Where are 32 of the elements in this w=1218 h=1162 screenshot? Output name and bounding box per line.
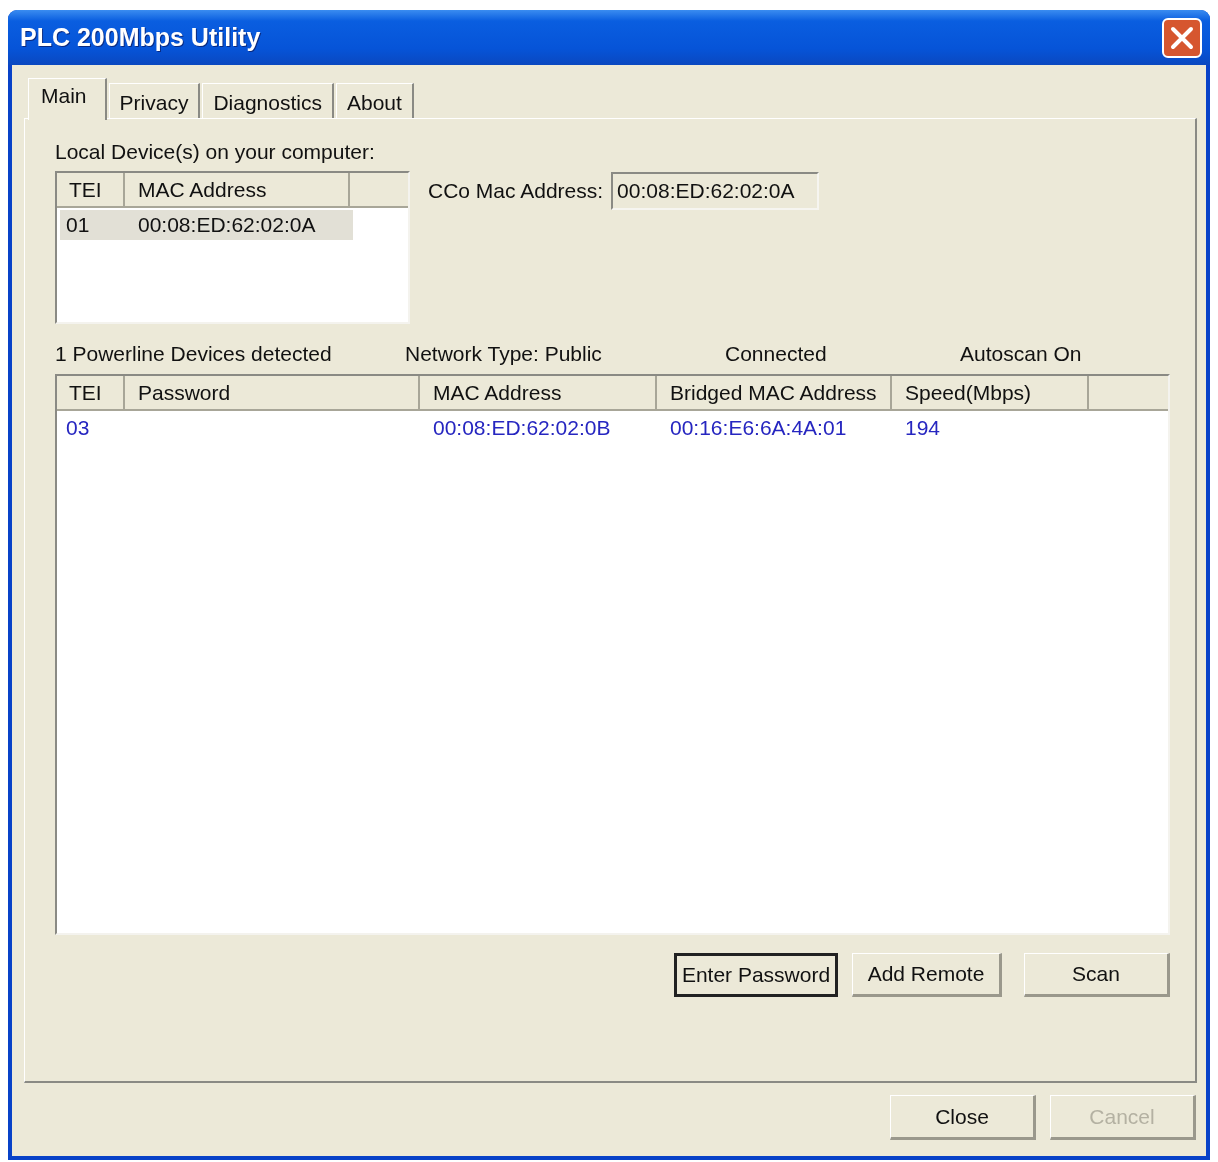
local-devices-label: Local Device(s) on your computer: — [55, 140, 376, 164]
column-header[interactable]: Password — [125, 376, 420, 409]
table-row[interactable]: 03 00:08:ED:62:02:0B 00:16:E6:6A:4A:01 194 — [60, 413, 1092, 443]
connection-status-text: Connected — [725, 342, 828, 366]
column-header[interactable]: MAC Address — [420, 376, 657, 409]
dialog-button[interactable]: Enter Password — [674, 953, 838, 997]
tab[interactable]: About — [335, 83, 414, 118]
table-cell-text: 00:08:ED:62:02:0A — [137, 212, 317, 238]
tab[interactable]: Main — [28, 78, 107, 120]
column-header[interactable]: TEI — [57, 173, 125, 206]
cco-mac-label: CCo Mac Address: — [428, 179, 604, 203]
table-cell-text: 00:08:ED:62:02:0B — [432, 415, 612, 441]
close-icon[interactable] — [1162, 17, 1202, 58]
column-header[interactable]: TEI — [57, 376, 125, 409]
window-title: PLC 200Mbps Utility — [20, 23, 261, 52]
network-type-text: Network Type: Public — [405, 342, 603, 366]
dialog-button[interactable]: Scan — [1024, 953, 1170, 997]
table-cell-text: 194 — [904, 415, 942, 441]
table-cell-text: 03 — [65, 415, 91, 441]
dialog-button[interactable]: Close — [890, 1095, 1036, 1140]
tab[interactable]: Privacy — [108, 83, 201, 118]
column-header[interactable]: Speed(Mbps) — [892, 376, 1089, 409]
devices-detected-text: 1 Powerline Devices detected — [55, 342, 333, 366]
table-cell-text: 00:16:E6:6A:4A:01 — [669, 415, 848, 441]
table-row[interactable]: 01 00:08:ED:62:02:0A — [60, 210, 353, 240]
tab[interactable]: Diagnostics — [202, 83, 334, 118]
column-header[interactable]: MAC Address — [125, 173, 350, 206]
column-header[interactable]: Bridged MAC Address — [657, 376, 892, 409]
table-cell-text: 01 — [65, 212, 91, 238]
autoscan-status-text: Autoscan On — [960, 342, 1083, 366]
dialog-button[interactable]: Add Remote — [852, 953, 1002, 997]
cco-mac-field[interactable]: 00:08:ED:62:02:0A — [611, 172, 820, 210]
